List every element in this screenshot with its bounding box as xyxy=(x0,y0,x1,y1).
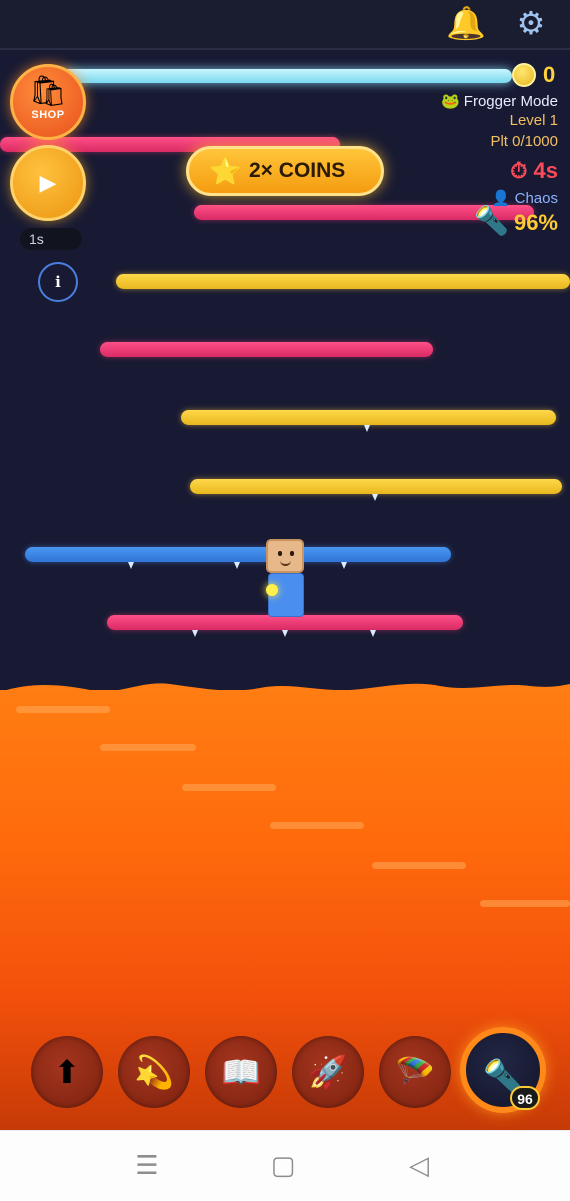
play-button[interactable]: ▶ xyxy=(10,145,86,221)
icicle xyxy=(234,562,240,569)
flashlight-count-badge: 96 xyxy=(510,1086,540,1110)
player-smile xyxy=(280,559,291,566)
double-coins-banner[interactable]: ⭐ 2× COINS xyxy=(186,146,384,196)
star-icon: ⭐ xyxy=(209,156,242,186)
flashlight-icon: 🔦 xyxy=(474,205,509,236)
platform-yellow xyxy=(190,479,562,494)
shopping-bag-icon: 🛍 xyxy=(28,75,68,108)
icicle xyxy=(372,494,378,501)
system-nav-bar: ☰ ▢ ◁ xyxy=(0,1130,570,1201)
rocket-glyph: 🚀 xyxy=(308,1054,348,1090)
bell-icon[interactable]: 🔔 xyxy=(446,4,486,42)
player-eye xyxy=(290,551,294,556)
double-coins-label: 2× COINS xyxy=(249,159,346,182)
shooting-star-glyph: 💫 xyxy=(134,1054,174,1090)
flashlight-percent: 96% xyxy=(513,210,558,235)
icicle xyxy=(128,562,134,569)
menu-icon[interactable]: ☰ xyxy=(127,1149,167,1181)
countdown-timer: ⏱ 4s xyxy=(510,158,558,183)
shop-button[interactable]: 🛍 SHOP xyxy=(10,64,86,140)
shop-label: SHOP xyxy=(31,109,65,121)
icicle xyxy=(364,425,370,432)
jump-arrow-icon[interactable]: ⬆ xyxy=(31,1036,103,1108)
lava-streak xyxy=(372,862,466,869)
home-icon[interactable]: ▢ xyxy=(263,1149,303,1181)
gear-icon[interactable]: ⚙ xyxy=(512,4,550,42)
coin-count: 0 xyxy=(543,62,556,87)
book-icon[interactable]: 📖 xyxy=(205,1036,277,1108)
lava-streak xyxy=(182,784,276,791)
platform-yellow xyxy=(181,410,556,425)
jump-arrow-glyph: ⬆ xyxy=(53,1054,81,1090)
platform-counter: Plt 0/1000 xyxy=(490,133,558,150)
platform-yellow xyxy=(116,274,570,289)
elapsed-time: 1s xyxy=(20,228,82,250)
shooting-star-icon[interactable]: 💫 xyxy=(118,1036,190,1108)
player-head xyxy=(266,539,304,573)
level-label: Level 1 xyxy=(509,112,558,129)
back-icon[interactable]: ◁ xyxy=(399,1149,439,1181)
coin-icon xyxy=(512,63,536,87)
parachute-icon[interactable]: 🪂 xyxy=(379,1036,451,1108)
icicle xyxy=(370,630,376,637)
game-stage[interactable]: 🔔 ⚙ 🛍 SHOP ▶ 1s i ⭐ 2× COINS 0 🐸 Frogger… xyxy=(0,0,570,1130)
parachute-glyph: 🪂 xyxy=(395,1054,435,1090)
info-button[interactable]: i xyxy=(38,262,78,302)
rocket-icon[interactable]: 🚀 xyxy=(292,1036,364,1108)
lava-streak xyxy=(100,744,196,751)
play-icon: ▶ xyxy=(39,170,57,195)
flashlight-glow xyxy=(266,584,278,596)
platform-pink xyxy=(100,342,433,357)
game-mode: 🐸 Frogger Mode xyxy=(440,93,558,110)
lava-streak xyxy=(270,822,364,829)
platform-pink xyxy=(107,615,463,630)
lava-streak xyxy=(480,900,570,907)
icicle xyxy=(192,630,198,637)
icicle xyxy=(282,630,288,637)
book-glyph: 📖 xyxy=(221,1054,261,1090)
player-eye xyxy=(278,551,282,556)
platform-blue xyxy=(25,547,451,562)
lava-streak xyxy=(16,706,110,713)
platform-cyan xyxy=(60,69,512,83)
powerup-bar: ⬆ 💫 📖 🚀 🪂 🔦 96 xyxy=(0,1027,570,1130)
icicle xyxy=(341,562,347,569)
top-bar: 🔔 ⚙ xyxy=(0,0,570,50)
